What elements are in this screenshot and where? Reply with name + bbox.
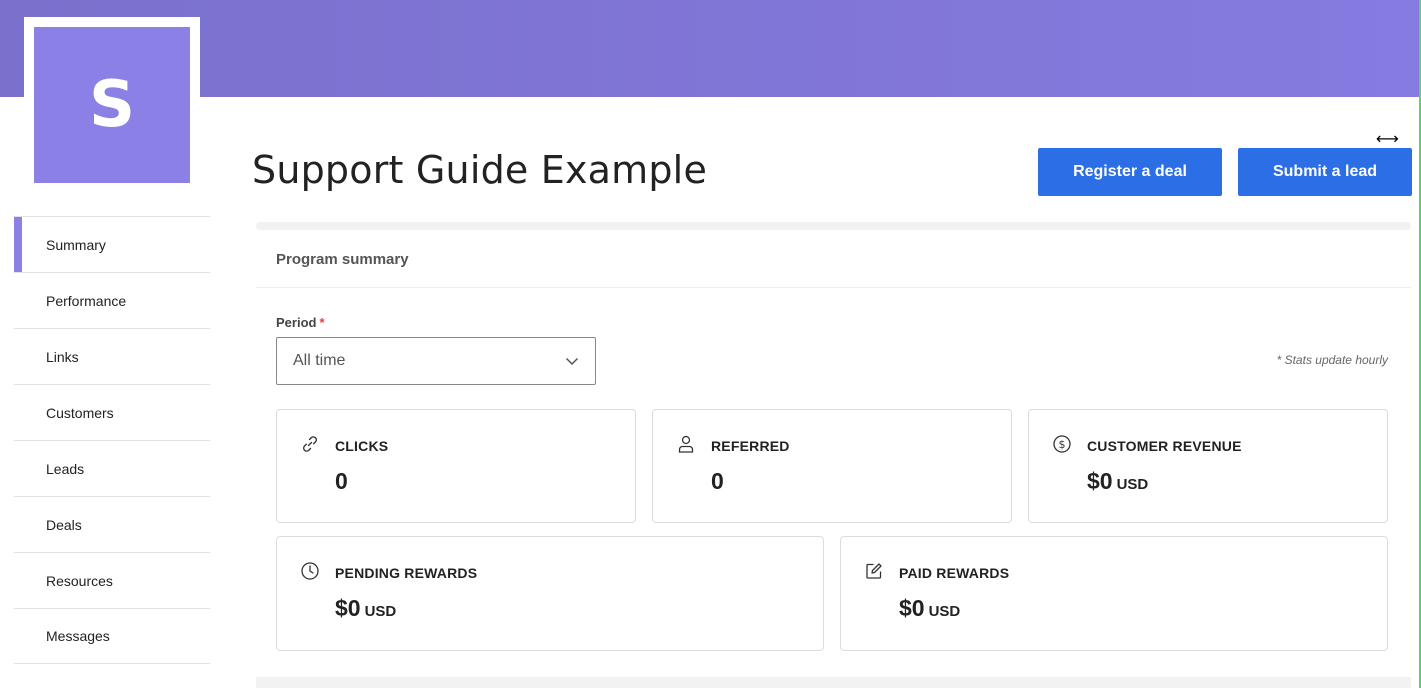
stat-amount: $0 <box>335 595 361 621</box>
stat-value: $0 USD <box>1087 468 1148 495</box>
clock-icon <box>301 562 319 580</box>
sidebar-item-label: Summary <box>46 236 106 253</box>
submit-lead-button[interactable]: Submit a lead <box>1238 148 1412 196</box>
stat-card-clicks: CLICKS 0 <box>276 409 636 523</box>
sidebar-nav: Summary Performance Links Customers Lead… <box>14 216 210 664</box>
resize-cursor-icon: ⟷ <box>1376 129 1399 148</box>
stat-card-paid-rewards: PAID REWARDS $0 USD <box>840 536 1388 651</box>
link-icon <box>303 436 317 452</box>
edit-icon <box>866 563 882 579</box>
stat-value: 0 <box>711 468 724 494</box>
stat-label: CUSTOMER REVENUE <box>1087 438 1242 454</box>
stat-amount: $0 <box>1087 468 1113 494</box>
logo-letter: S <box>34 27 190 183</box>
sidebar-item-performance[interactable]: Performance <box>14 272 210 328</box>
stat-label: PAID REWARDS <box>899 565 1010 581</box>
card-top-edge <box>256 222 1411 230</box>
sidebar-item-leads[interactable]: Leads <box>14 440 210 496</box>
section-divider <box>256 287 1411 288</box>
sidebar-item-label: Messages <box>46 628 110 644</box>
sidebar-item-summary[interactable]: Summary <box>14 216 210 272</box>
chevron-down-icon <box>565 357 579 366</box>
next-card-edge <box>256 677 1411 688</box>
header-banner <box>0 0 1421 97</box>
section-title: Program summary <box>276 251 409 268</box>
user-icon <box>678 435 694 453</box>
period-select[interactable]: All time <box>276 337 596 385</box>
stat-label: REFERRED <box>711 438 790 454</box>
stat-card-customer-revenue: $ CUSTOMER REVENUE $0 USD <box>1028 409 1388 523</box>
sidebar-item-customers[interactable]: Customers <box>14 384 210 440</box>
register-deal-button[interactable]: Register a deal <box>1038 148 1222 196</box>
period-select-value: All time <box>293 352 346 369</box>
stat-label: PENDING REWARDS <box>335 565 478 581</box>
sidebar-item-links[interactable]: Links <box>14 328 210 384</box>
stat-card-pending-rewards: PENDING REWARDS $0 USD <box>276 536 824 651</box>
period-label-text: Period <box>276 315 317 330</box>
sidebar-item-label: Leads <box>46 460 85 477</box>
period-label: Period * <box>276 315 325 330</box>
stat-value: $0 USD <box>899 595 960 622</box>
sidebar-item-label: Deals <box>46 516 82 533</box>
stat-unit: USD <box>928 603 961 620</box>
required-mark: * <box>319 315 325 330</box>
sidebar-item-messages[interactable]: Messages <box>14 608 210 664</box>
stat-unit: USD <box>364 603 397 620</box>
sidebar-item-label: Resources <box>46 572 113 589</box>
stat-value: 0 <box>335 468 348 494</box>
svg-text:$: $ <box>1059 438 1066 451</box>
stats-note: * Stats update hourly <box>1276 353 1388 367</box>
stat-amount: $0 <box>899 595 925 621</box>
program-logo: S <box>24 17 200 193</box>
sidebar-item-label: Performance <box>46 292 127 309</box>
stat-label: CLICKS <box>335 438 389 454</box>
stat-unit: USD <box>1116 476 1149 493</box>
dollar-circle-icon: $ <box>1053 435 1071 453</box>
sidebar-item-label: Links <box>46 348 79 365</box>
sidebar-item-resources[interactable]: Resources <box>14 552 210 608</box>
stat-card-referred: REFERRED 0 <box>652 409 1012 523</box>
stat-value: $0 USD <box>335 595 396 622</box>
sidebar-item-deals[interactable]: Deals <box>14 496 210 552</box>
sidebar-item-label: Customers <box>46 404 114 421</box>
page-title: Support Guide Example <box>252 148 708 192</box>
